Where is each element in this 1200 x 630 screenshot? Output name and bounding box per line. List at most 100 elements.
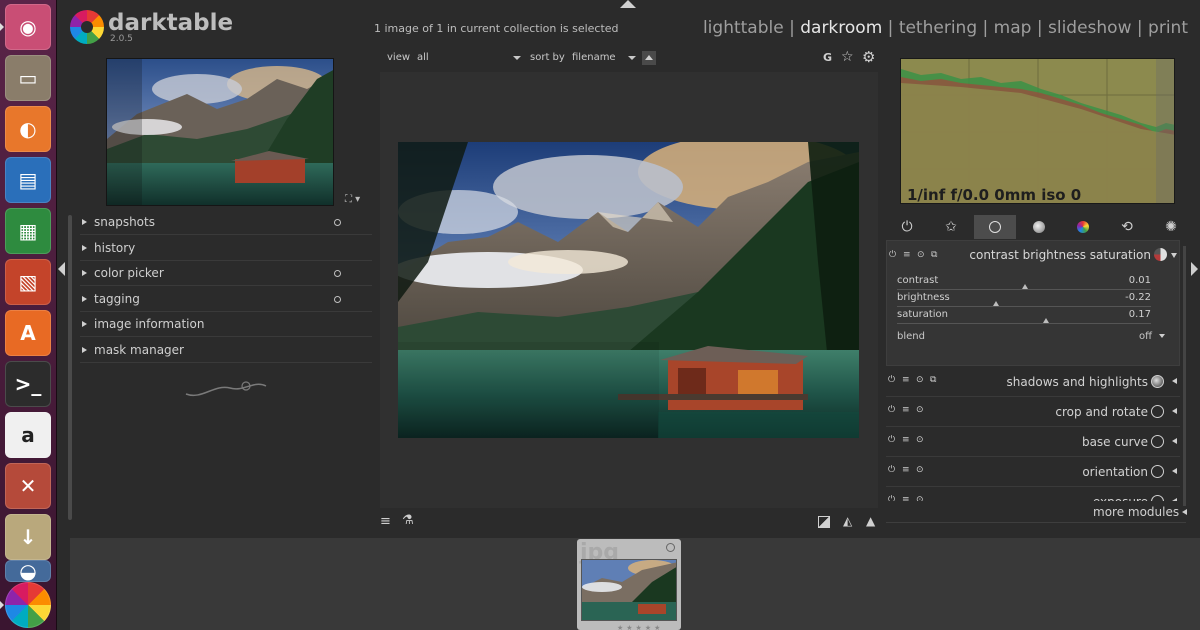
slider-track[interactable] <box>897 289 1151 290</box>
module-expand-chevron-icon[interactable] <box>1172 498 1177 501</box>
module-presets-icon[interactable]: ≡ <box>902 405 910 415</box>
module-shadows-and-highlights[interactable]: ⏻ ≡ ⊙ ⧉ shadows and highlights <box>886 367 1180 397</box>
sort-chevron-down-icon[interactable] <box>628 56 636 60</box>
launcher-system-settings-icon[interactable]: ✕ <box>5 463 51 509</box>
module-presets-icon[interactable]: ≡ <box>902 435 910 445</box>
left-module-image-information[interactable]: image information <box>80 312 372 337</box>
slider-track[interactable] <box>897 306 1151 307</box>
histogram[interactable] <box>900 58 1175 204</box>
sort-dropdown[interactable]: filename <box>572 52 616 63</box>
module-power-icon[interactable]: ⏻ <box>888 465 895 475</box>
module-presets-icon[interactable]: ≡ <box>902 465 910 475</box>
module-base-curve[interactable]: ⏻ ≡ ⊙ base curve <box>886 427 1180 457</box>
effect-group-icon[interactable]: ✺ <box>1150 215 1192 239</box>
launcher-ubuntu-software-icon[interactable]: A <box>5 310 51 356</box>
launcher-terminal-icon[interactable]: >_ <box>5 361 51 407</box>
quick-access-styles-icon[interactable]: ⚗ <box>402 513 414 528</box>
module-power-icon[interactable]: ⏻ <box>888 435 895 445</box>
module-presets-icon[interactable]: ≡ <box>902 375 910 385</box>
basic-group-circle-icon[interactable] <box>974 215 1016 239</box>
module-reset-icon[interactable]: ⊙ <box>916 495 924 501</box>
view-tab-tethering[interactable]: tethering <box>899 18 977 38</box>
module-power-icon[interactable]: ⏻ <box>889 250 896 260</box>
module-reset-icon[interactable] <box>334 295 341 303</box>
module-reset-icon[interactable] <box>334 270 341 277</box>
slider-track[interactable] <box>897 323 1151 324</box>
module-reset-icon[interactable]: ⊙ <box>916 465 924 475</box>
module-multi-instance-icon[interactable]: ⧉ <box>931 250 937 260</box>
module-reset-icon[interactable]: ⊙ <box>916 435 924 445</box>
contrast-slider[interactable]: contrast 0.01 <box>897 275 1167 291</box>
module-reset-icon[interactable]: ⊙ <box>916 375 924 385</box>
blend-mode-dropdown[interactable]: off <box>1139 331 1152 342</box>
module-expand-chevron-icon[interactable] <box>1172 378 1177 384</box>
module-expand-chevron-icon[interactable] <box>1172 438 1177 444</box>
left-module-color-picker[interactable]: color picker <box>80 261 372 286</box>
module-power-icon[interactable]: ⏻ <box>888 495 895 501</box>
correct-group-icon[interactable]: ⟲ <box>1106 215 1148 239</box>
module-exposure[interactable]: ⏻ ≡ ⊙ exposure <box>886 487 1180 501</box>
launcher-amazon-icon[interactable]: a <box>5 412 51 458</box>
color-group-icon[interactable] <box>1062 215 1104 239</box>
module-power-icon[interactable]: ⏻ <box>888 405 895 415</box>
blend-chevron-down-icon[interactable] <box>1159 334 1165 338</box>
module-reset-icon[interactable] <box>334 219 341 226</box>
slider-handle-icon[interactable] <box>1022 284 1029 289</box>
tone-group-icon[interactable] <box>1018 215 1060 239</box>
launcher-firefox-icon[interactable]: ◐ <box>5 106 51 152</box>
filmstrip-rating-stars-icon[interactable]: ★★★★★ <box>617 624 663 630</box>
more-modules-chevron-icon[interactable] <box>1182 509 1187 515</box>
favorites-star-icon[interactable]: ✩ <box>930 215 972 239</box>
module-presets-icon[interactable]: ≡ <box>903 250 911 260</box>
quick-access-presets-icon[interactable]: ≡ <box>380 514 391 529</box>
launcher-downloads-icon[interactable]: ↓ <box>5 514 51 560</box>
view-tab-slideshow[interactable]: slideshow <box>1048 18 1132 38</box>
top-panel-collapse-icon[interactable] <box>620 0 636 8</box>
softproof-toggle-icon[interactable]: ◭ <box>843 514 852 528</box>
view-tab-map[interactable]: map <box>994 18 1032 38</box>
right-panel-collapse-icon[interactable] <box>1191 262 1198 276</box>
main-image[interactable] <box>398 142 859 438</box>
gamut-check-warning-icon[interactable]: ▲ <box>866 514 875 528</box>
navigation-preview[interactable] <box>106 58 334 206</box>
launcher-libreoffice-calc-icon[interactable]: ▦ <box>5 208 51 254</box>
module-reset-icon[interactable]: ⊙ <box>916 405 924 415</box>
navigation-zoom-icon[interactable]: ⛶ ▾ <box>345 194 360 205</box>
module-presets-icon[interactable]: ≡ <box>902 495 910 501</box>
more-modules-button[interactable]: more modules <box>1093 505 1179 519</box>
launcher-disk-icon[interactable]: ◒ <box>5 559 51 583</box>
module-power-icon[interactable]: ⏻ <box>888 375 895 385</box>
left-module-tagging[interactable]: tagging <box>80 287 372 312</box>
module-reset-icon[interactable]: ⊙ <box>917 250 925 260</box>
module-expand-chevron-icon[interactable] <box>1172 408 1177 414</box>
module-multi-instance-icon[interactable]: ⧉ <box>930 375 936 385</box>
left-module-mask-manager[interactable]: mask manager <box>80 338 372 363</box>
saturation-slider[interactable]: saturation 0.17 <box>897 309 1167 325</box>
filmstrip-reject-icon[interactable] <box>666 543 675 552</box>
launcher-darktable-icon[interactable] <box>0 582 51 628</box>
view-filter-dropdown[interactable]: all <box>417 52 429 63</box>
module-header[interactable]: ⏻ ≡ ⊙ ⧉ contrast brightness saturation <box>887 241 1179 269</box>
launcher-libreoffice-impress-icon[interactable]: ▧ <box>5 259 51 305</box>
left-module-snapshots[interactable]: snapshots <box>80 210 372 235</box>
overexposure-toggle-icon[interactable] <box>818 516 830 528</box>
view-filter-chevron-down-icon[interactable] <box>513 56 521 60</box>
module-crop-and-rotate[interactable]: ⏻ ≡ ⊙ crop and rotate <box>886 397 1180 427</box>
launcher-ubuntu-dash-icon[interactable]: ◉ <box>0 4 51 50</box>
gear-icon[interactable]: ⚙ <box>862 48 875 66</box>
sort-order-button[interactable] <box>642 51 656 65</box>
star-icon[interactable]: ☆ <box>841 49 854 65</box>
left-panel-collapse-icon[interactable] <box>58 262 65 276</box>
view-tab-lighttable[interactable]: lighttable <box>703 18 784 38</box>
module-expand-chevron-down-icon[interactable] <box>1171 253 1177 258</box>
module-orientation[interactable]: ⏻ ≡ ⊙ orientation <box>886 457 1180 487</box>
module-expand-chevron-icon[interactable] <box>1172 468 1177 474</box>
filmstrip-image[interactable] <box>581 559 677 621</box>
slider-handle-icon[interactable] <box>1042 318 1049 323</box>
launcher-files-icon[interactable]: ▭ <box>5 55 51 101</box>
power-icon[interactable]: ⏻ <box>886 215 928 239</box>
slider-handle-icon[interactable] <box>993 301 1000 306</box>
grouping-button[interactable]: G <box>823 51 832 64</box>
launcher-libreoffice-writer-icon[interactable]: ▤ <box>5 157 51 203</box>
view-tab-print[interactable]: print <box>1148 18 1188 38</box>
